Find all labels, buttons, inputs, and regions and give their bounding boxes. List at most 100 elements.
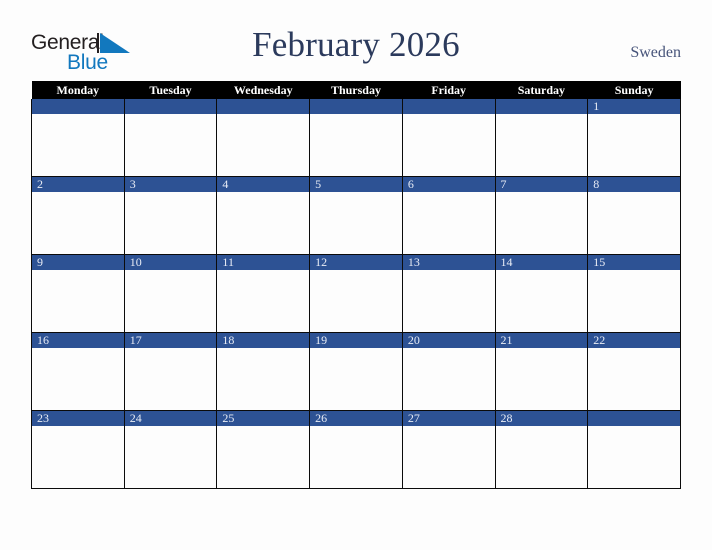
- day-number: 17: [124, 333, 217, 348]
- calendar-day-cell[interactable]: 19: [309, 332, 403, 411]
- day-notes-area[interactable]: [125, 426, 217, 487]
- page-title: February 2026: [252, 25, 460, 64]
- day-notes-area[interactable]: [310, 426, 402, 487]
- weekday-header-sunday: Sunday: [587, 81, 681, 99]
- day-notes-area[interactable]: [310, 348, 402, 409]
- calendar-day-cell[interactable]: 24: [123, 410, 218, 489]
- day-notes-area[interactable]: [588, 114, 680, 175]
- day-notes-area[interactable]: [496, 114, 588, 175]
- day-number: 23: [32, 411, 124, 426]
- calendar-day-cell[interactable]: 17: [123, 332, 218, 411]
- day-number: 1: [588, 99, 680, 114]
- calendar-day-cell[interactable]: 5: [309, 176, 403, 255]
- calendar-day-cell[interactable]: 25: [216, 410, 311, 489]
- day-notes-area[interactable]: [496, 270, 588, 331]
- day-notes-area[interactable]: [32, 348, 124, 409]
- day-number: 21: [495, 333, 588, 348]
- calendar-day-cell[interactable]: 1: [587, 99, 681, 177]
- calendar-day-cell[interactable]: 27: [401, 410, 496, 489]
- day-notes-area[interactable]: [403, 192, 495, 253]
- day-notes-area[interactable]: [217, 270, 309, 331]
- day-notes-area[interactable]: [310, 270, 402, 331]
- day-number: 5: [310, 177, 402, 192]
- day-notes-area[interactable]: [588, 426, 680, 487]
- day-number: 27: [402, 411, 495, 426]
- day-notes-area[interactable]: [217, 348, 309, 409]
- calendar-day-cell[interactable]: [401, 99, 496, 177]
- day-notes-area[interactable]: [403, 348, 495, 409]
- day-number: 26: [310, 411, 402, 426]
- calendar-day-cell[interactable]: 28: [494, 410, 589, 489]
- day-notes-area[interactable]: [217, 426, 309, 487]
- calendar-page: General Blue February 2026 Sweden Monday…: [0, 0, 712, 550]
- calendar-day-cell[interactable]: [309, 99, 403, 177]
- calendar-day-cell[interactable]: 2: [31, 176, 125, 255]
- calendar-day-cell[interactable]: 20: [401, 332, 496, 411]
- day-notes-area[interactable]: [125, 270, 217, 331]
- calendar-day-cell[interactable]: 22: [587, 332, 681, 411]
- day-notes-area[interactable]: [32, 270, 124, 331]
- calendar-day-cell[interactable]: [123, 99, 218, 177]
- calendar-day-cell[interactable]: 12: [309, 254, 403, 333]
- day-number: 3: [124, 177, 217, 192]
- calendar-day-cell[interactable]: 21: [494, 332, 589, 411]
- day-number: [217, 99, 310, 114]
- calendar-day-cell[interactable]: 15: [587, 254, 681, 333]
- day-notes-area[interactable]: [310, 192, 402, 253]
- calendar-day-cell[interactable]: 14: [494, 254, 589, 333]
- day-number: 4: [217, 177, 310, 192]
- weekday-header-friday: Friday: [402, 81, 496, 99]
- day-number: 12: [310, 255, 402, 270]
- day-notes-area[interactable]: [125, 192, 217, 253]
- day-notes-area[interactable]: [310, 114, 402, 175]
- day-notes-area[interactable]: [32, 114, 124, 175]
- day-notes-area[interactable]: [217, 192, 309, 253]
- calendar-day-cell[interactable]: 18: [216, 332, 311, 411]
- calendar-day-cell[interactable]: [494, 99, 589, 177]
- calendar-day-cell[interactable]: [31, 99, 125, 177]
- day-number: 24: [124, 411, 217, 426]
- calendar-day-cell[interactable]: 23: [31, 410, 125, 489]
- country-label: Sweden: [630, 44, 681, 61]
- calendar-day-cell[interactable]: 13: [401, 254, 496, 333]
- day-notes-area[interactable]: [32, 426, 124, 487]
- day-number: 11: [217, 255, 310, 270]
- calendar-day-cell[interactable]: 7: [494, 176, 589, 255]
- weekday-header-saturday: Saturday: [495, 81, 588, 99]
- calendar-day-cell[interactable]: 11: [216, 254, 311, 333]
- calendar-day-cell[interactable]: 10: [123, 254, 218, 333]
- calendar-day-cell[interactable]: 4: [216, 176, 311, 255]
- day-number: 6: [402, 177, 495, 192]
- day-notes-area[interactable]: [496, 192, 588, 253]
- day-notes-area[interactable]: [32, 192, 124, 253]
- calendar-day-cell[interactable]: 3: [123, 176, 218, 255]
- day-number: [588, 411, 680, 426]
- calendar-day-cell[interactable]: [216, 99, 311, 177]
- day-notes-area[interactable]: [125, 348, 217, 409]
- calendar-day-cell[interactable]: 6: [401, 176, 496, 255]
- calendar-day-cell[interactable]: 16: [31, 332, 125, 411]
- day-number: 25: [217, 411, 310, 426]
- day-number: [124, 99, 217, 114]
- day-notes-area[interactable]: [496, 426, 588, 487]
- day-notes-area[interactable]: [588, 192, 680, 253]
- day-number: [32, 99, 124, 114]
- day-notes-area[interactable]: [588, 348, 680, 409]
- day-number: 20: [402, 333, 495, 348]
- calendar-day-cell[interactable]: 8: [587, 176, 681, 255]
- calendar-week-row: 23 24 25 26 27 28: [31, 410, 681, 489]
- weekday-header-monday: Monday: [31, 81, 125, 99]
- calendar-week-row: 1: [31, 99, 681, 177]
- day-notes-area[interactable]: [496, 348, 588, 409]
- day-notes-area[interactable]: [588, 270, 680, 331]
- day-notes-area[interactable]: [403, 270, 495, 331]
- day-notes-area[interactable]: [403, 426, 495, 487]
- day-notes-area[interactable]: [217, 114, 309, 175]
- day-number: 18: [217, 333, 310, 348]
- calendar-day-cell[interactable]: 9: [31, 254, 125, 333]
- weekday-header-tuesday: Tuesday: [124, 81, 217, 99]
- calendar-day-cell[interactable]: 26: [309, 410, 403, 489]
- day-notes-area[interactable]: [125, 114, 217, 175]
- day-notes-area[interactable]: [403, 114, 495, 175]
- calendar-day-cell[interactable]: [587, 410, 681, 489]
